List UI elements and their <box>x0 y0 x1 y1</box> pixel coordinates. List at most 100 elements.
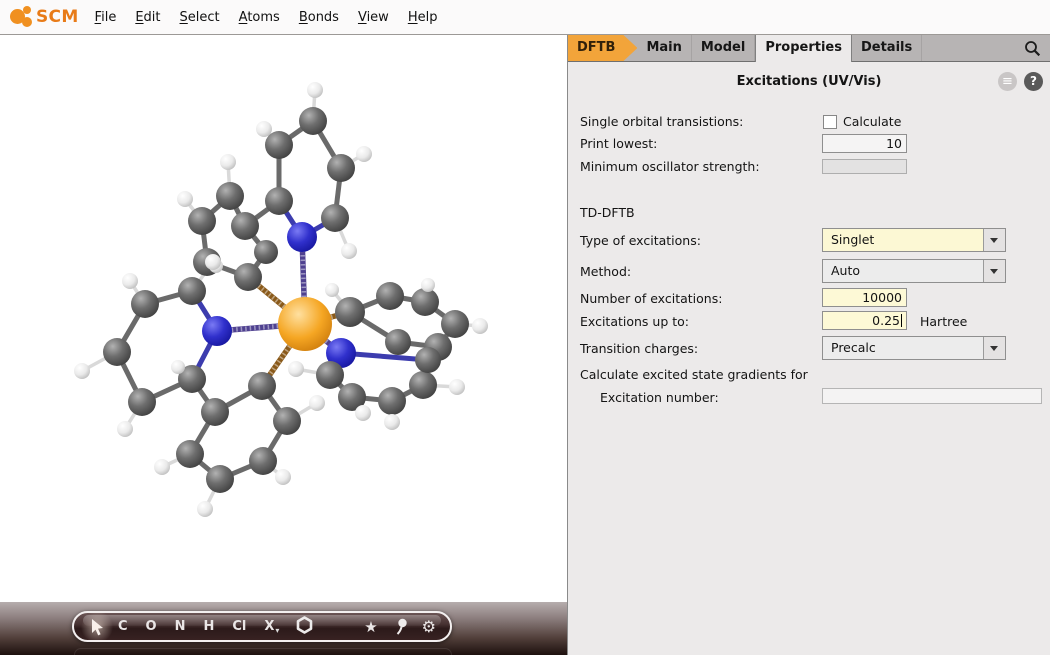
help-button[interactable]: ? <box>1024 72 1043 91</box>
atom-H[interactable] <box>356 146 372 162</box>
ring-tool[interactable] <box>296 616 313 638</box>
atom-C[interactable] <box>178 277 206 305</box>
atom-C[interactable] <box>128 388 156 416</box>
atom-C[interactable] <box>103 338 131 366</box>
atom-C[interactable] <box>316 361 344 389</box>
atom-H[interactable] <box>205 254 221 270</box>
atom-N[interactable] <box>202 316 232 346</box>
panel-menu-button[interactable]: ≡ <box>998 72 1017 91</box>
atom-H[interactable] <box>122 273 138 289</box>
atom-C[interactable] <box>234 263 262 291</box>
atom-C[interactable] <box>385 329 411 355</box>
number-of-excitations-input[interactable]: 10000 <box>822 288 907 307</box>
atom-H[interactable] <box>341 243 357 259</box>
search-icon[interactable] <box>1024 40 1041 57</box>
atom-H[interactable] <box>421 278 435 292</box>
menu-bonds[interactable]: Bonds <box>299 10 339 25</box>
atom-H[interactable] <box>171 360 185 374</box>
menu-help[interactable]: Help <box>408 10 438 25</box>
atom-C[interactable] <box>254 240 278 264</box>
atom-C[interactable] <box>131 290 159 318</box>
atom-H[interactable] <box>154 459 170 475</box>
element-C-button[interactable]: C <box>118 619 128 634</box>
atom-C[interactable] <box>188 207 216 235</box>
excitation-number-input[interactable] <box>822 388 1042 404</box>
atom-H[interactable] <box>472 318 488 334</box>
atom-H[interactable] <box>256 121 272 137</box>
element-X-button[interactable]: X▾ <box>264 619 278 634</box>
atom-C[interactable] <box>201 398 229 426</box>
atom-N[interactable] <box>287 222 317 252</box>
tab-details[interactable]: Details <box>852 35 922 61</box>
atom-C[interactable] <box>411 288 439 316</box>
calculate-checkbox[interactable] <box>823 115 837 129</box>
structure-tool[interactable]: ★ <box>364 618 377 636</box>
atom-C[interactable] <box>273 407 301 435</box>
atom-H[interactable] <box>355 405 371 421</box>
settings-tool[interactable]: ⚙ <box>422 617 436 636</box>
type-of-excitations-select[interactable]: Singlet <box>822 228 1006 252</box>
chevron-down-icon[interactable] <box>983 337 1005 359</box>
atom-H[interactable] <box>275 469 291 485</box>
bond-tool[interactable] <box>394 618 408 635</box>
atom-C[interactable] <box>378 387 406 415</box>
atom-C[interactable] <box>206 465 234 493</box>
atom-H[interactable] <box>309 395 325 411</box>
tab-properties[interactable]: Properties <box>755 35 852 62</box>
toolbar-reflection <box>74 648 452 655</box>
menu-file[interactable]: File <box>95 10 117 25</box>
atom-C[interactable] <box>441 310 469 338</box>
chevron-down-icon[interactable] <box>983 229 1005 251</box>
menu-atoms[interactable]: Atoms <box>239 10 280 25</box>
atom-H[interactable] <box>177 191 193 207</box>
transition-charges-select[interactable]: Precalc <box>822 336 1006 360</box>
menu-view[interactable]: View <box>358 10 389 25</box>
atom-C[interactable] <box>376 282 404 310</box>
atom-C[interactable] <box>248 372 276 400</box>
excitations-up-to-input[interactable]: 0.25 <box>822 311 907 330</box>
atom-C[interactable] <box>176 440 204 468</box>
method-select[interactable]: Auto <box>822 259 1006 283</box>
pointer-tool[interactable] <box>91 619 104 635</box>
atom-C[interactable] <box>409 371 437 399</box>
atom-M[interactable] <box>278 297 332 351</box>
type-of-excitations-label: Type of excitations: <box>580 233 701 248</box>
element-Cl-button[interactable]: Cl <box>232 619 246 634</box>
print-lowest-input[interactable]: 10 <box>822 134 907 153</box>
menu-select[interactable]: Select <box>180 10 220 25</box>
atom-C[interactable] <box>321 204 349 232</box>
chevron-down-icon[interactable] <box>983 260 1005 282</box>
tab-model[interactable]: Model <box>692 35 755 61</box>
properties-panel: Excitations (UV/Vis) ≡ ? Single orbital … <box>568 62 1050 655</box>
atom-C[interactable] <box>327 154 355 182</box>
atom-C[interactable] <box>265 187 293 215</box>
atom-H[interactable] <box>74 363 90 379</box>
min-oscillator-input[interactable] <box>822 159 907 174</box>
element-dropdown-arrow-icon[interactable]: ▾ <box>275 626 279 635</box>
atom-C[interactable] <box>249 447 277 475</box>
element-H-button[interactable]: H <box>204 619 215 634</box>
atom-H[interactable] <box>220 154 236 170</box>
tab-main[interactable]: Main <box>637 35 691 61</box>
molecule-viewer[interactable]: C O N H Cl X▾ ★ ⚙ <box>0 35 568 655</box>
hartree-unit-label: Hartree <box>920 314 967 329</box>
atom-H[interactable] <box>197 501 213 517</box>
menu-edit[interactable]: Edit <box>135 10 160 25</box>
atom-C[interactable] <box>216 182 244 210</box>
atom-C[interactable] <box>231 212 259 240</box>
atom-H[interactable] <box>288 361 304 377</box>
atom-C[interactable] <box>415 347 441 373</box>
atom-H[interactable] <box>307 82 323 98</box>
atom-H[interactable] <box>117 421 133 437</box>
tab-dftb[interactable]: DFTB <box>568 35 637 61</box>
molecule-canvas[interactable] <box>0 35 567 655</box>
element-N-button[interactable]: N <box>175 619 186 634</box>
atom-C[interactable] <box>299 107 327 135</box>
atom-C[interactable] <box>265 131 293 159</box>
element-O-button[interactable]: O <box>146 619 157 634</box>
builder-toolbar: C O N H Cl X▾ ★ ⚙ <box>72 611 452 642</box>
atom-H[interactable] <box>325 283 339 297</box>
atom-C[interactable] <box>335 297 365 327</box>
atom-H[interactable] <box>384 414 400 430</box>
atom-H[interactable] <box>449 379 465 395</box>
